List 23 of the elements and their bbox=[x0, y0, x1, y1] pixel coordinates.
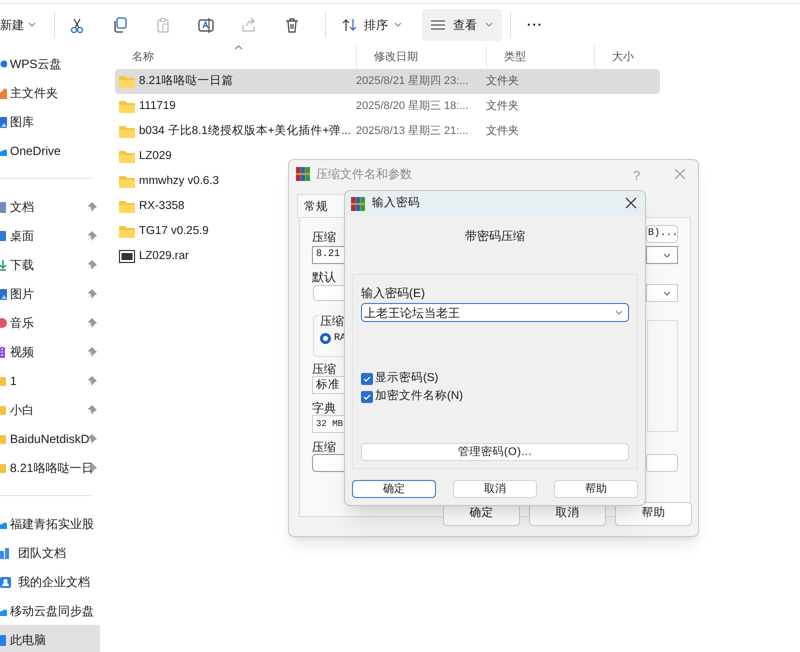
window-title: 输入密码 bbox=[372, 195, 420, 211]
file-name: LZ029.rar bbox=[139, 248, 189, 264]
file-name: b034 子比8.1绕授权版本+美化插件+弹... bbox=[139, 123, 351, 139]
file-name: mmwhzy v0.6.3 bbox=[139, 174, 219, 189]
file-name: 111719 bbox=[139, 98, 176, 114]
field-label: 默认 bbox=[312, 269, 336, 286]
file-name: 8.21咯咯哒一日篇 bbox=[139, 74, 234, 89]
modified-date: 2025/8/21 星期四 23:... bbox=[356, 74, 470, 90]
dialog-heading: 带密码压缩 bbox=[465, 228, 525, 245]
modified-date: 2025/8/20 星期三 18:... bbox=[356, 99, 470, 114]
file-name: LZ029 bbox=[139, 148, 172, 164]
file-type: 文件夹 bbox=[486, 74, 519, 90]
file-type: 文件夹 bbox=[486, 98, 519, 114]
file-type: 文件夹 bbox=[486, 124, 519, 140]
file-name: TG17 v0.25.9 bbox=[139, 224, 209, 239]
field-label: 字典 bbox=[312, 400, 336, 417]
field-label: 压缩 bbox=[312, 439, 336, 456]
field-label: 压缩 bbox=[312, 361, 336, 378]
modified-date: 2025/8/13 星期三 21:... bbox=[356, 124, 470, 140]
field-label: 输入密码(E) bbox=[361, 285, 426, 302]
file-name: RX-3358 bbox=[139, 198, 184, 214]
window-title: 压缩文件名和参数 bbox=[316, 166, 412, 183]
field-label: 压缩 bbox=[312, 229, 336, 246]
